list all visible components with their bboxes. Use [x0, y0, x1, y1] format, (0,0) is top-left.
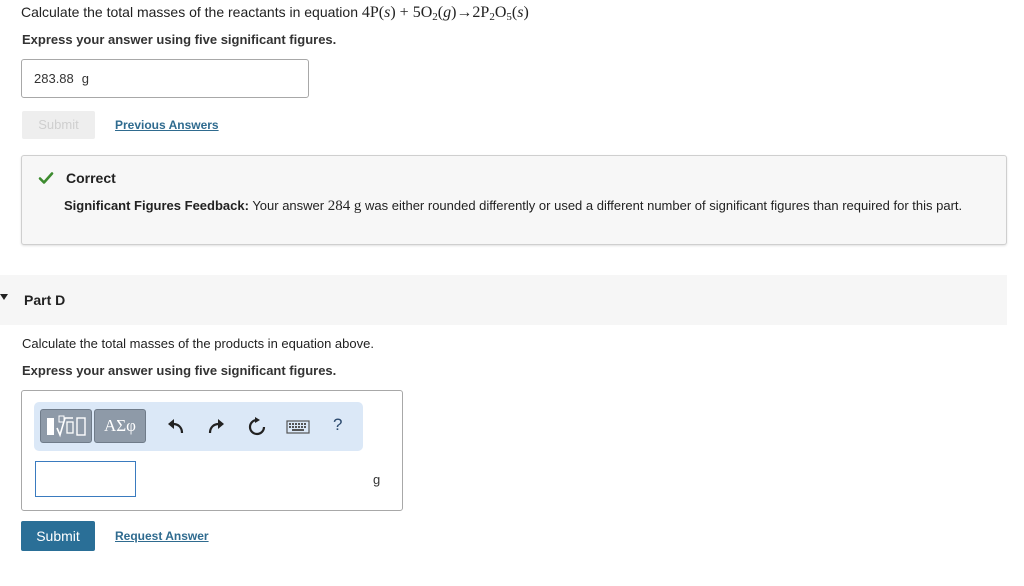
answer-editor: ΑΣφ ? g	[21, 390, 403, 511]
feedback-panel: Correct Significant Figures Feedback: Yo…	[21, 155, 1007, 245]
part-d-instruction: Express your answer using five significa…	[22, 363, 337, 378]
part-d-label: Part D	[24, 292, 66, 308]
reset-icon[interactable]	[246, 416, 268, 438]
part-c-question: Calculate the total masses of the reacta…	[21, 4, 529, 23]
feedback-answer-unit: g	[353, 198, 362, 214]
math-toolbar: ΑΣφ ?	[34, 402, 363, 451]
help-icon[interactable]: ?	[333, 415, 342, 435]
request-answer-link[interactable]: Request Answer	[115, 529, 209, 543]
feedback-text-before: Your answer	[252, 198, 325, 213]
part-c-question-text: Calculate the total masses of the reacta…	[21, 4, 358, 20]
previous-answers-link[interactable]: Previous Answers	[115, 118, 219, 132]
templates-icon	[47, 415, 86, 438]
redo-icon[interactable]	[205, 416, 227, 438]
keyboard-icon[interactable]	[286, 418, 310, 436]
part-c-instruction: Express your answer using five significa…	[22, 32, 337, 47]
templates-button[interactable]	[40, 409, 92, 443]
part-c-answer-unit: g	[81, 71, 89, 86]
greek-symbols-button[interactable]: ΑΣφ	[94, 409, 146, 443]
feedback-message: Significant Figures Feedback: Your answe…	[64, 197, 994, 215]
check-icon	[38, 172, 54, 184]
feedback-answer-value: 284	[327, 198, 351, 214]
part-d-answer-input[interactable]	[35, 461, 136, 497]
reaction-equation: 4P(s) + 5O2(g)→2P2O5(s)	[361, 4, 529, 23]
part-c-answer-display: 283.88 g	[21, 59, 309, 98]
part-d-submit-button[interactable]: Submit	[21, 521, 95, 551]
undo-icon[interactable]	[165, 416, 187, 438]
collapse-triangle-icon[interactable]	[0, 294, 8, 300]
part-d-question: Calculate the total masses of the produc…	[22, 336, 374, 351]
part-c-answer-value: 283.88	[34, 71, 74, 86]
part-d-header[interactable]: Part D	[0, 275, 1007, 325]
part-c-submit-button[interactable]: Submit	[22, 111, 95, 139]
feedback-heading: Significant Figures Feedback:	[64, 198, 249, 213]
feedback-text-after: was either rounded differently or used a…	[365, 198, 963, 213]
part-d-answer-unit: g	[373, 472, 381, 487]
feedback-status: Correct	[66, 170, 116, 186]
